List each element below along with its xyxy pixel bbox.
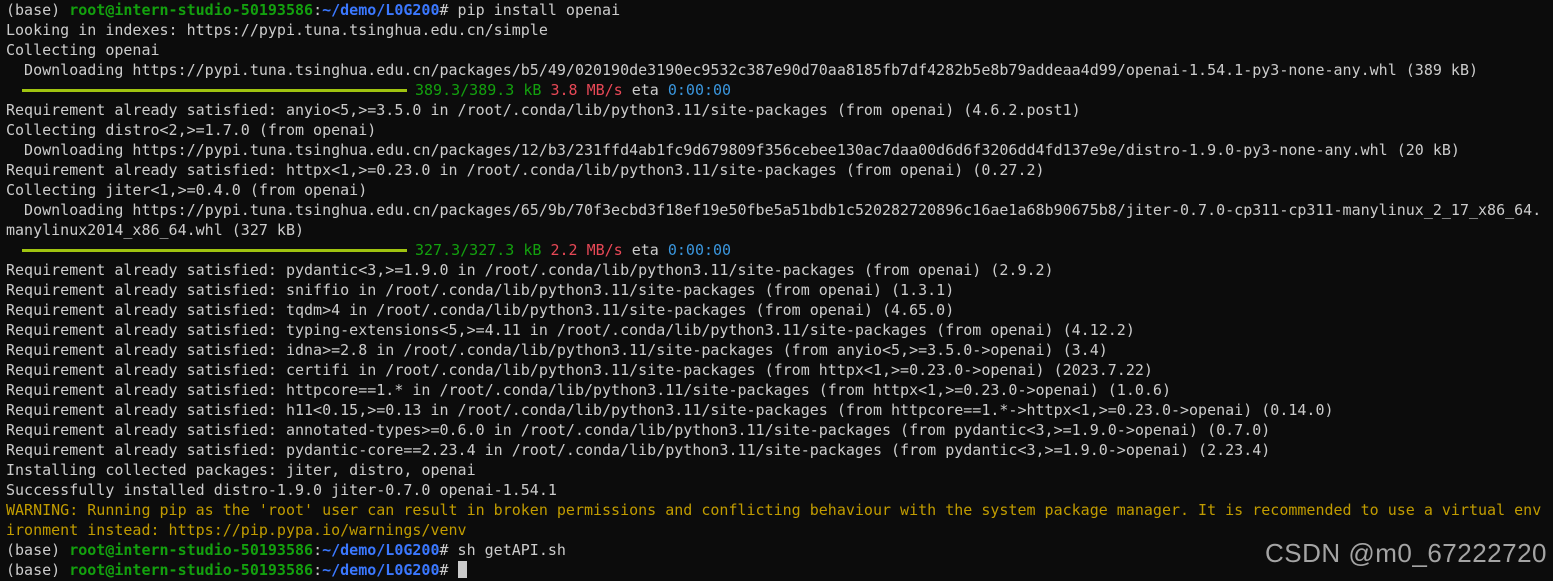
prompt-env: (base) xyxy=(6,541,70,559)
terminal-output-line: Looking in indexes: https://pypi.tuna.ts… xyxy=(6,21,548,39)
terminal-output-line: Requirement already satisfied: certifi i… xyxy=(6,361,1153,379)
terminal-output-line: Installing collected packages: jiter, di… xyxy=(6,461,476,479)
terminal-output-line: manylinux2014_x86_64.whl (327 kB) xyxy=(6,221,305,239)
terminal-output-line: Requirement already satisfied: annotated… xyxy=(6,421,1271,439)
progress-eta: 0:00:00 xyxy=(667,241,732,259)
terminal-output-line: Requirement already satisfied: h11<0.15,… xyxy=(6,401,1334,419)
prompt-separator: : xyxy=(313,541,323,559)
terminal-output-line: Successfully installed distro-1.9.0 jite… xyxy=(6,481,557,499)
terminal-output-line: Requirement already satisfied: tqdm>4 in… xyxy=(6,301,955,319)
warning-line: WARNING: Running pip as the 'root' user … xyxy=(6,500,1553,520)
terminal-output-line: Requirement already satisfied: pydantic<… xyxy=(6,261,1054,279)
terminal-window[interactable]: (base) root@intern-studio-50193586:~/dem… xyxy=(0,0,1553,581)
prompt-user-host: root@intern-studio-50193586 xyxy=(69,1,314,19)
watermark: CSDN @m0_67222720 xyxy=(1264,538,1547,568)
progress-bar xyxy=(22,249,407,252)
terminal-output-line: Requirement already satisfied: httpcore=… xyxy=(6,381,1171,399)
prompt-separator: : xyxy=(313,561,323,579)
progress-eta: 0:00:00 xyxy=(667,81,732,99)
prompt-path: ~/demo/L0G200 xyxy=(322,1,440,19)
terminal-output-line: Downloading https://pypi.tuna.tsinghua.e… xyxy=(6,201,1542,219)
prompt-command: # xyxy=(439,561,458,579)
terminal-output-line: Requirement already satisfied: typing-ex… xyxy=(6,321,1135,339)
progress-size: 389.3/389.3 kB xyxy=(415,81,542,99)
terminal-output-line: Downloading https://pypi.tuna.tsinghua.e… xyxy=(6,61,1479,79)
prompt-command: # sh getAPI.sh xyxy=(439,541,566,559)
prompt-user-host: root@intern-studio-50193586 xyxy=(69,541,314,559)
progress-speed: 3.8 MB/s xyxy=(550,81,623,99)
progress-bar xyxy=(22,89,407,92)
terminal-output-line: Requirement already satisfied: httpx<1,>… xyxy=(6,161,1045,179)
prompt-user-host: root@intern-studio-50193586 xyxy=(69,561,314,579)
progress-size: 327.3/327.3 kB xyxy=(415,241,542,259)
terminal-output-line: Requirement already satisfied: pydantic-… xyxy=(6,441,1271,459)
terminal-output-line: Collecting jiter<1,>=0.4.0 (from openai) xyxy=(6,181,368,199)
shell-prompt-line: (base) root@intern-studio-50193586:~/dem… xyxy=(6,0,1553,20)
terminal-output-line: Collecting openai xyxy=(6,41,160,59)
progress-eta-label: eta xyxy=(631,81,659,99)
warning-text: ironment instead: https://pip.pypa.io/wa… xyxy=(6,521,467,539)
prompt-path: ~/demo/L0G200 xyxy=(322,561,440,579)
terminal-output-line: Requirement already satisfied: anyio<5,>… xyxy=(6,101,1081,119)
download-progress-line: 327.3/327.3 kB 2.2 MB/s eta 0:00:00 xyxy=(6,240,1553,260)
prompt-command: # pip install openai xyxy=(439,1,621,19)
terminal-output-line: Downloading https://pypi.tuna.tsinghua.e… xyxy=(6,141,1460,159)
terminal-output-line: Requirement already satisfied: idna>=2.8… xyxy=(6,341,1108,359)
progress-eta-label: eta xyxy=(631,241,659,259)
text-cursor xyxy=(457,561,467,578)
terminal-output-line: Requirement already satisfied: sniffio i… xyxy=(6,281,955,299)
warning-text: WARNING: Running pip as the 'root' user … xyxy=(6,501,1542,519)
progress-speed: 2.2 MB/s xyxy=(550,241,623,259)
prompt-path: ~/demo/L0G200 xyxy=(322,541,440,559)
download-progress-line: 389.3/389.3 kB 3.8 MB/s eta 0:00:00 xyxy=(6,80,1553,100)
warning-line: ironment instead: https://pip.pypa.io/wa… xyxy=(6,520,1553,540)
prompt-separator: : xyxy=(313,1,323,19)
prompt-env: (base) xyxy=(6,1,70,19)
terminal-output-line: Collecting distro<2,>=1.7.0 (from openai… xyxy=(6,121,377,139)
prompt-env: (base) xyxy=(6,561,70,579)
